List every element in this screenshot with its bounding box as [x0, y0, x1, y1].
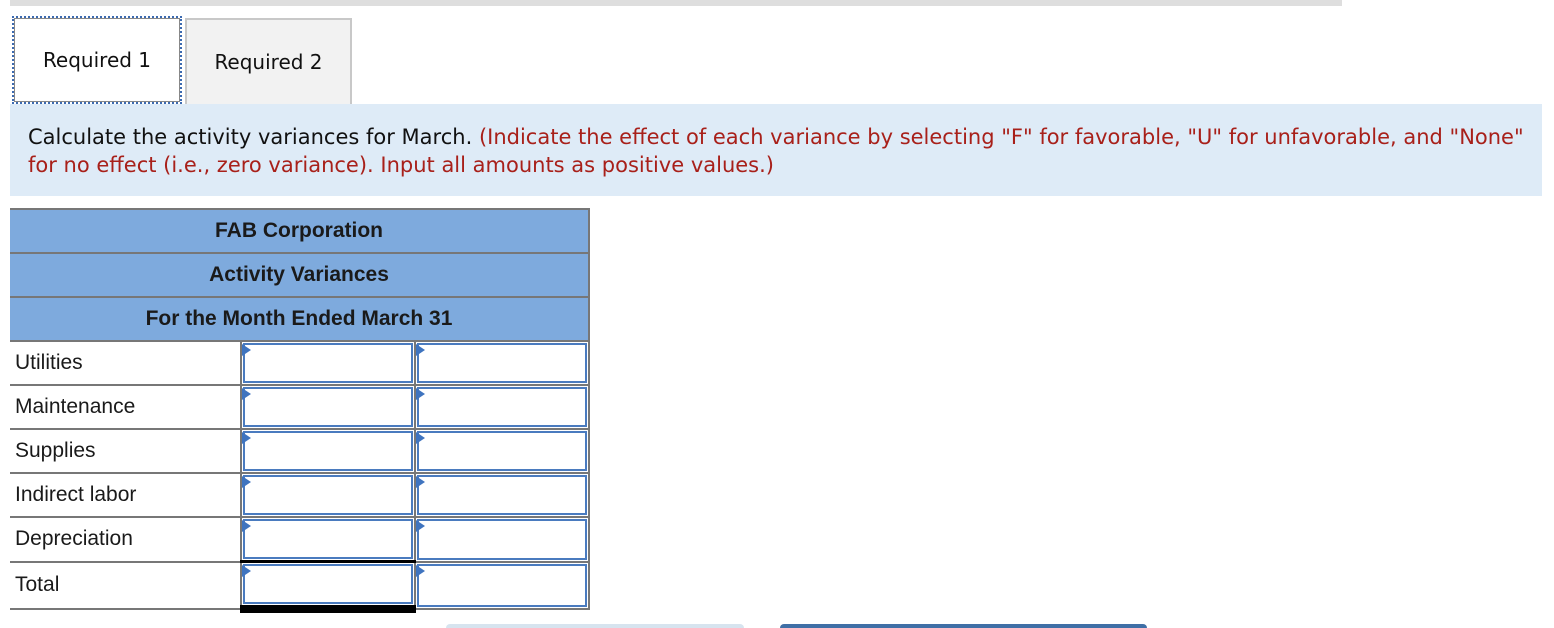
table-row-supplies: Supplies [10, 429, 591, 474]
effect-cell [414, 473, 591, 518]
input-flag-icon [415, 388, 425, 400]
input-flag-icon [415, 432, 425, 444]
total-amount-input[interactable] [244, 566, 411, 602]
effect-cell [414, 429, 591, 474]
table-row-indirect-labor: Indirect labor [10, 473, 591, 518]
amount-cell [240, 561, 416, 613]
amount-cell [240, 429, 416, 474]
effect-cell [414, 561, 591, 610]
input-flag-icon [241, 388, 251, 400]
row-label: Depreciation [10, 517, 242, 563]
effect-cell [414, 385, 591, 430]
activity-variances-table: FAB Corporation Activity Variances For t… [10, 208, 591, 613]
table-row-total: Total [10, 561, 591, 613]
row-label: Supplies [10, 429, 242, 474]
table-row-utilities: Utilities [10, 341, 591, 386]
table-row-maintenance: Maintenance [10, 385, 591, 430]
row-label: Maintenance [10, 385, 242, 430]
maintenance-effect-select[interactable] [418, 389, 585, 425]
supplies-effect-select[interactable] [418, 433, 585, 469]
tab-required-1[interactable]: Required 1 [12, 16, 182, 104]
indirect-labor-effect-select[interactable] [418, 477, 585, 513]
input-flag-icon [415, 520, 425, 532]
indirect-labor-amount-input[interactable] [244, 477, 411, 513]
statement-title-header: Activity Variances [10, 252, 590, 298]
input-flag-icon [241, 476, 251, 488]
supplies-amount-input[interactable] [244, 433, 411, 469]
input-flag-icon [415, 564, 425, 577]
amount-cell [240, 473, 416, 518]
maintenance-amount-input[interactable] [244, 389, 411, 425]
instructions-panel: Calculate the activity variances for Mar… [10, 104, 1542, 196]
row-label: Indirect labor [10, 473, 242, 518]
previous-button[interactable] [446, 624, 744, 628]
instructions-main-text: Calculate the activity variances for Mar… [28, 125, 473, 149]
input-flag-icon [241, 565, 251, 577]
amount-cell [240, 517, 416, 563]
depreciation-amount-input[interactable] [244, 521, 411, 557]
utilities-amount-input[interactable] [244, 345, 411, 381]
table-row-depreciation: Depreciation [10, 517, 591, 563]
row-label: Total [10, 561, 242, 610]
input-flag-icon [415, 344, 425, 356]
utilities-effect-select[interactable] [418, 345, 585, 381]
statement-period-header: For the Month Ended March 31 [10, 296, 590, 342]
input-flag-icon [241, 344, 251, 356]
amount-cell [240, 341, 416, 386]
amount-cell [240, 385, 416, 430]
tab-required-2[interactable]: Required 2 [185, 18, 352, 104]
next-button[interactable] [780, 624, 1147, 628]
depreciation-effect-select[interactable] [418, 521, 585, 558]
input-flag-icon [241, 432, 251, 444]
effect-cell [414, 341, 591, 386]
input-flag-icon [415, 476, 425, 488]
company-name-header: FAB Corporation [10, 208, 590, 254]
effect-cell [414, 517, 591, 563]
total-effect-select[interactable] [418, 565, 585, 605]
input-flag-icon [241, 520, 251, 532]
top-divider-bar [10, 0, 1342, 6]
tab-bar: Required 1 Required 2 [12, 16, 352, 104]
row-label: Utilities [10, 341, 242, 386]
